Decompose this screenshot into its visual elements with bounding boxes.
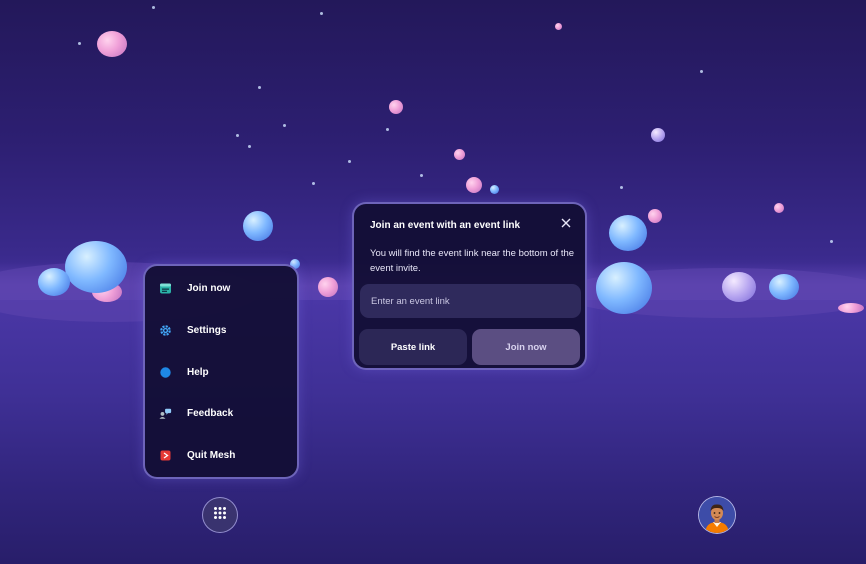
floating-orb	[651, 128, 665, 142]
floating-orb	[648, 209, 662, 223]
paste-link-button[interactable]: Paste link	[359, 329, 467, 365]
floating-orb	[774, 203, 784, 213]
star	[236, 134, 239, 137]
dialog-title: Join an event with an event link	[370, 220, 521, 231]
menu-item-settings[interactable]: Settings	[159, 324, 226, 337]
star	[620, 186, 623, 189]
floating-orb	[243, 211, 273, 241]
floating-orb	[38, 268, 70, 296]
star	[348, 160, 351, 163]
apps-menu-button[interactable]	[202, 497, 238, 533]
dialog-description: You will find the event link near the bo…	[370, 248, 575, 274]
floating-orb	[389, 100, 403, 114]
menu-item-label: Help	[187, 367, 209, 378]
floating-orb	[65, 241, 127, 293]
join-event-dialog: Join an event with an event link You wil…	[352, 202, 587, 370]
star	[283, 124, 286, 127]
floating-orb	[609, 215, 647, 251]
star	[700, 70, 703, 73]
feedback-icon	[159, 407, 172, 420]
star	[152, 6, 155, 9]
menu-item-label: Quit Mesh	[187, 450, 236, 461]
floating-orb	[769, 274, 799, 300]
menu-item-label: Settings	[187, 325, 227, 336]
star	[320, 12, 323, 15]
calendar-join-icon	[159, 282, 172, 295]
star	[312, 182, 315, 185]
join-now-button[interactable]: Join now	[472, 329, 580, 365]
grid-icon	[213, 506, 227, 525]
floating-orb	[318, 277, 338, 297]
floating-orb	[555, 23, 562, 30]
star	[258, 86, 261, 89]
help-icon	[159, 366, 172, 379]
menu-item-feedback[interactable]: Feedback	[159, 407, 233, 420]
menu-item-join-now[interactable]: Join now	[159, 282, 230, 295]
floating-orb	[454, 149, 465, 160]
menu-item-help[interactable]: Help	[159, 366, 209, 379]
floating-orb	[97, 31, 127, 57]
star	[248, 145, 251, 148]
floating-orb	[466, 177, 482, 193]
user-avatar[interactable]	[698, 496, 736, 534]
star	[386, 128, 389, 131]
floating-orb	[596, 262, 652, 314]
star	[830, 240, 833, 243]
star	[420, 174, 423, 177]
menu-item-label: Feedback	[187, 408, 234, 419]
menu-item-label: Join now	[187, 283, 231, 294]
floating-orb	[722, 272, 756, 302]
floating-orb	[838, 303, 864, 313]
avatar-icon	[699, 497, 735, 533]
close-icon[interactable]	[559, 216, 573, 230]
star	[78, 42, 81, 45]
floating-orb	[490, 185, 499, 194]
main-menu-panel: Join now Settings Help Feedback Quit Mes…	[143, 264, 299, 479]
menu-item-quit-mesh[interactable]: Quit Mesh	[159, 449, 235, 462]
gear-icon	[159, 324, 172, 337]
event-link-input[interactable]	[360, 284, 581, 318]
quit-icon	[159, 449, 172, 462]
